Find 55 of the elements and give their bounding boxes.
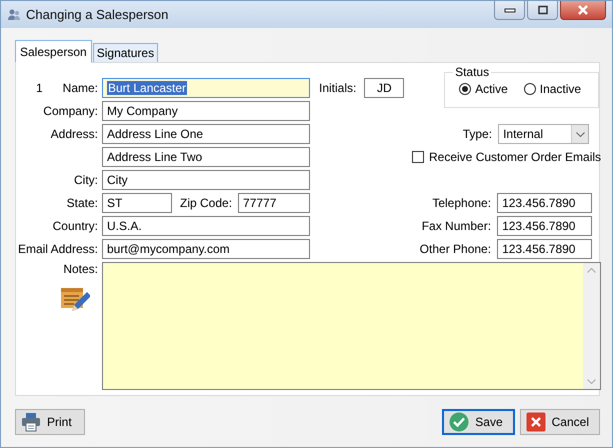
address-field[interactable]: Address Line Two — [102, 147, 310, 167]
chevron-up-icon[interactable] — [587, 268, 596, 273]
notes-field[interactable] — [102, 262, 602, 390]
printer-icon — [21, 412, 41, 432]
other-phone-field[interactable]: 123.456.7890 — [497, 239, 592, 259]
save-button[interactable]: Save — [442, 409, 515, 435]
field-label: Type: — [462, 127, 492, 141]
close-icon — [526, 412, 546, 432]
radio-option[interactable]: Active — [459, 82, 508, 96]
field-label: Zip Code: — [180, 196, 232, 210]
fax-number-field[interactable]: 123.456.7890 — [497, 216, 592, 236]
checkmark-icon — [449, 412, 470, 432]
tab[interactable]: Signatures — [92, 43, 158, 63]
tab[interactable]: Salesperson — [15, 40, 92, 63]
chevron-down-icon[interactable] — [587, 379, 596, 384]
field-label: Company: — [43, 104, 98, 118]
record-number: 1 — [36, 81, 43, 95]
window-title: Changing a Salesperson — [26, 7, 168, 22]
zip-code-field[interactable]: 77777 — [238, 193, 310, 213]
close-button[interactable] — [560, 1, 606, 20]
chevron-down-icon — [576, 132, 585, 136]
field-label: Initials: — [319, 81, 356, 95]
email-field[interactable]: burt@mycompany.com — [102, 239, 310, 259]
city-field[interactable]: City — [102, 170, 310, 190]
checkbox-option[interactable]: Receive Customer Order Emails — [412, 150, 602, 164]
company-field[interactable]: My Company — [102, 101, 310, 121]
minimize-button[interactable] — [494, 1, 525, 20]
radio-option[interactable]: Inactive — [524, 82, 582, 96]
people-icon — [7, 8, 21, 22]
scrollbar[interactable] — [583, 263, 600, 389]
maximize-button[interactable] — [527, 1, 558, 20]
type-dropdown[interactable]: Internal — [498, 124, 590, 144]
minimize-icon — [504, 7, 516, 13]
field-label: City: — [74, 173, 98, 187]
field-label: Email Address: — [18, 242, 98, 256]
field-label: Fax Number: — [422, 219, 492, 233]
field-label: Name: — [62, 81, 98, 95]
notepad-pencil-icon — [60, 285, 90, 313]
cancel-button[interactable]: Cancel — [520, 409, 600, 435]
name-field[interactable]: Burt Lancaster — [102, 78, 310, 98]
country-field[interactable]: U.S.A. — [102, 216, 310, 236]
field-label: State: — [66, 196, 98, 210]
close-icon — [576, 5, 590, 15]
field-label: Address: — [50, 127, 98, 141]
group-title: Status — [453, 65, 492, 79]
state-field[interactable]: ST — [102, 193, 172, 213]
field-label: Notes: — [63, 262, 98, 276]
address-field[interactable]: Address Line One — [102, 124, 310, 144]
field-label: Other Phone: — [420, 242, 492, 256]
print-button[interactable]: Print — [15, 409, 85, 435]
field-label: Country: — [52, 219, 98, 233]
field-label: Telephone: — [432, 196, 492, 210]
maximize-icon — [536, 5, 548, 15]
telephone-field[interactable]: 123.456.7890 — [497, 193, 592, 213]
initials-field[interactable]: JD — [364, 78, 404, 98]
